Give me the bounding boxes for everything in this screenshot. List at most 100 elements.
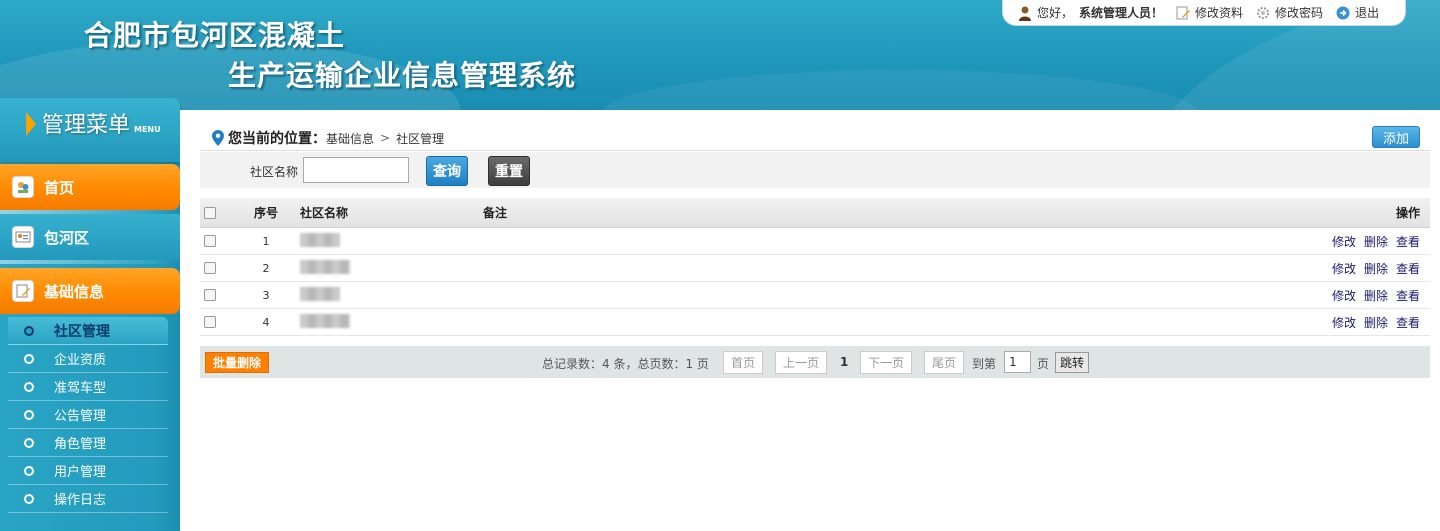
search-bar: 社区名称 查询 重置: [200, 152, 1430, 188]
submenu-item-announcement[interactable]: 公告管理: [8, 401, 168, 429]
view-link[interactable]: 查看: [1396, 233, 1420, 250]
view-link[interactable]: 查看: [1396, 260, 1420, 277]
greeting-text: 您好，: [1037, 6, 1074, 20]
table-row: 1 修改 删除 查看: [200, 228, 1430, 255]
column-header-seq: 序号: [253, 206, 278, 220]
row-seq: 1: [262, 234, 270, 248]
user-greeting: 您好， 系统管理人员！: [1017, 4, 1163, 21]
reset-button[interactable]: 重置: [488, 156, 530, 186]
row-checkbox[interactable]: [204, 316, 216, 328]
delete-link[interactable]: 删除: [1364, 314, 1388, 331]
table-row: 3 修改 删除 查看: [200, 282, 1430, 309]
nav-home-label: 首页: [44, 178, 75, 197]
community-name-label: 社区名称: [250, 165, 299, 179]
page-unit-label: 页: [1037, 357, 1050, 371]
row-checkbox[interactable]: [204, 289, 216, 301]
submenu-label: 公告管理: [54, 409, 107, 424]
batch-delete-button[interactable]: 批量删除: [205, 352, 269, 373]
column-header-note: 备注: [483, 206, 508, 220]
location-label: 您当前的位置：: [228, 131, 326, 147]
nav-divider: [0, 260, 180, 264]
bullet-icon: [24, 409, 34, 420]
goto-page-input[interactable]: 1: [1004, 351, 1031, 373]
submenu-label: 用户管理: [54, 465, 107, 480]
column-header-actions: 操作: [1395, 206, 1420, 220]
delete-link[interactable]: 删除: [1364, 287, 1388, 304]
logout-link[interactable]: 退出: [1335, 4, 1379, 21]
breadcrumb-item: 社区管理: [396, 131, 445, 146]
delete-link[interactable]: 删除: [1364, 233, 1388, 250]
home-icon: [12, 176, 34, 198]
view-link[interactable]: 查看: [1396, 314, 1420, 331]
column-header-name: 社区名称: [300, 206, 349, 220]
submenu-label: 社区管理: [54, 323, 110, 340]
bullet-icon: [24, 493, 34, 504]
app-title-line1: 合肥市包河区混凝土: [84, 19, 346, 52]
row-checkbox[interactable]: [204, 235, 216, 247]
edit-link[interactable]: 修改: [1332, 260, 1356, 277]
last-page-button[interactable]: 尾页: [924, 351, 964, 374]
edit-document-icon: [1176, 6, 1191, 19]
add-button[interactable]: 添加: [1372, 126, 1420, 148]
submenu-item-user[interactable]: 用户管理: [8, 457, 168, 485]
breadcrumb-item[interactable]: 基础信息: [326, 130, 374, 147]
submenu-item-community[interactable]: 社区管理: [8, 317, 168, 345]
user-avatar-icon: [1019, 6, 1031, 21]
edit-link[interactable]: 修改: [1332, 314, 1356, 331]
nav-baohe[interactable]: 包河区: [0, 214, 180, 260]
jump-button[interactable]: 跳转: [1055, 352, 1089, 373]
row-actions: 修改 删除 查看: [1332, 260, 1420, 277]
row-name-redacted: [300, 232, 340, 250]
edit-document-icon: [12, 280, 34, 302]
row-actions: 修改 删除 查看: [1332, 287, 1420, 304]
delete-link[interactable]: 删除: [1364, 260, 1388, 277]
edit-link[interactable]: 修改: [1332, 287, 1356, 304]
first-page-button[interactable]: 首页: [723, 351, 763, 374]
table-row: 4 修改 删除 查看: [200, 309, 1430, 336]
submenu-item-qualification[interactable]: 企业资质: [8, 345, 168, 373]
nav-home[interactable]: 首页: [0, 164, 180, 210]
row-actions: 修改 删除 查看: [1332, 314, 1420, 331]
edit-profile-label: 修改资料: [1195, 6, 1244, 20]
gear-icon: [1257, 6, 1270, 19]
location-pin-icon: [212, 130, 224, 146]
bullet-icon: [24, 325, 34, 336]
submenu-label: 操作日志: [54, 493, 107, 508]
change-password-link[interactable]: 修改密码: [1255, 4, 1323, 21]
app-title-line2: 生产运输企业信息管理系统: [228, 59, 577, 92]
nav-basic-info[interactable]: 基础信息: [0, 268, 180, 314]
view-link[interactable]: 查看: [1396, 287, 1420, 304]
submenu: 社区管理 企业资质 准驾车型 公告管理 角色管理 用户管理 操作日志: [8, 317, 168, 513]
menu-title: 管理菜单: [42, 113, 131, 138]
logout-icon: [1336, 6, 1350, 19]
community-name-input[interactable]: [303, 157, 409, 183]
logout-label: 退出: [1355, 6, 1380, 20]
table-header: 序号 社区名称 备注 操作: [200, 198, 1430, 228]
id-card-icon: [12, 226, 34, 248]
pagination-bar: 批量删除 总记录数：4 条，总页数：1 页 首页 上一页 1 下一页 尾页 到第…: [200, 346, 1430, 378]
row-name-redacted: [300, 286, 340, 304]
row-name-redacted: [300, 313, 350, 331]
row-seq: 4: [262, 315, 270, 329]
bullet-icon: [24, 381, 34, 392]
query-button[interactable]: 查询: [426, 156, 468, 186]
row-seq: 3: [262, 288, 270, 302]
nav-basic-info-label: 基础信息: [44, 282, 105, 301]
row-checkbox[interactable]: [204, 262, 216, 274]
submenu-item-vehicle-class[interactable]: 准驾车型: [8, 373, 168, 401]
prev-page-button[interactable]: 上一页: [775, 351, 827, 374]
edit-profile-link[interactable]: 修改资料: [1175, 4, 1243, 21]
select-all-checkbox[interactable]: [204, 206, 216, 219]
row-seq: 2: [262, 261, 270, 275]
community-table: 序号 社区名称 备注 操作 1 修改 删除 查看 2 修改 删除 查看 3 修改…: [200, 198, 1430, 336]
submenu-item-log[interactable]: 操作日志: [8, 485, 168, 513]
menu-arrow-icon: [26, 112, 36, 136]
current-page: 1: [840, 355, 849, 369]
breadcrumb: 您当前的位置： 基础信息 > 社区管理: [212, 128, 444, 148]
submenu-item-role[interactable]: 角色管理: [8, 429, 168, 457]
menu-header: 管理菜单 MENU: [0, 98, 180, 162]
goto-label: 到第: [972, 357, 997, 371]
edit-link[interactable]: 修改: [1332, 233, 1356, 250]
next-page-button[interactable]: 下一页: [860, 351, 912, 374]
submenu-label: 准驾车型: [54, 381, 107, 396]
